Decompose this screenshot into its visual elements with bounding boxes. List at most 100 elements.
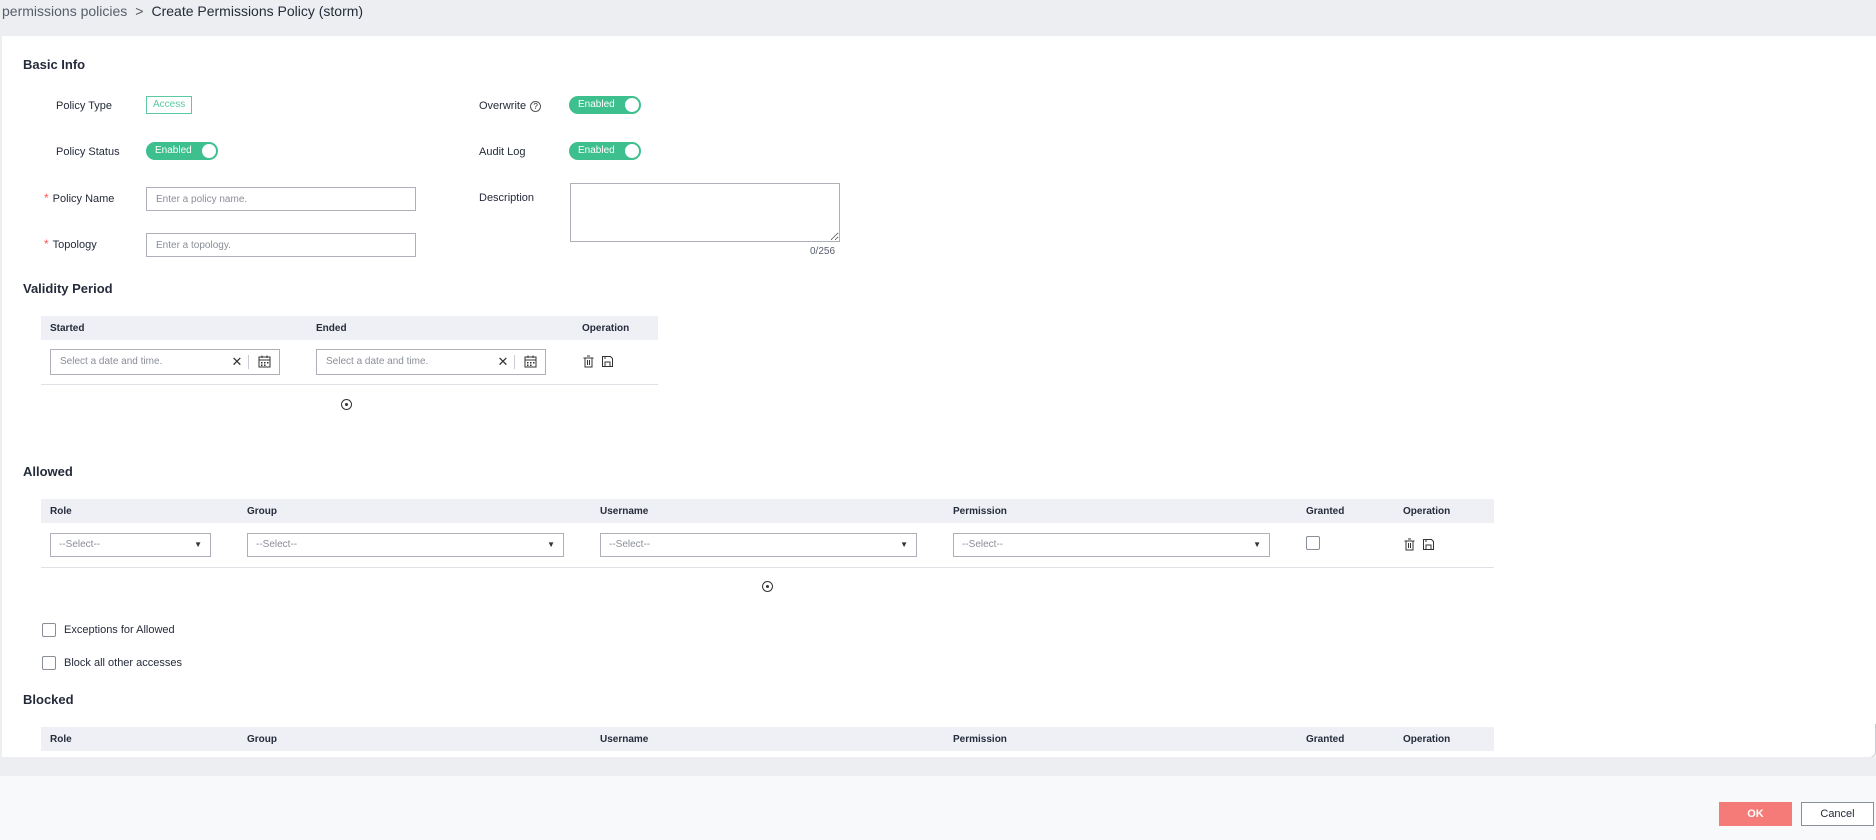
column-header-granted: Granted xyxy=(1297,499,1394,523)
basic-info-title: Basic Info xyxy=(23,57,86,72)
overwrite-label-text: Overwrite xyxy=(479,100,527,112)
username-select-value: --Select-- xyxy=(609,539,651,551)
switch-knob xyxy=(625,144,639,158)
column-header-operation: Operation xyxy=(1394,727,1494,751)
blocked-title: Blocked xyxy=(23,692,74,707)
column-header-group: Group xyxy=(238,727,591,751)
ok-button[interactable]: OK xyxy=(1719,802,1792,826)
scroll-edge xyxy=(1870,724,1876,757)
description-label: Description xyxy=(479,192,535,204)
switch-knob xyxy=(625,98,639,112)
audit-log-switch[interactable]: Enabled xyxy=(569,142,641,160)
column-header-permission: Permission xyxy=(944,499,1297,523)
operation-icons xyxy=(582,355,658,368)
username-cell: --Select-- ▼ xyxy=(591,523,944,568)
allowed-table: Role Group Username Permission Granted O… xyxy=(41,499,1494,568)
column-header-granted: Granted xyxy=(1297,727,1394,751)
block-label: Block all other accesses xyxy=(64,657,182,669)
topology-label-text: Topology xyxy=(52,239,97,251)
calendar-icon[interactable] xyxy=(515,355,545,368)
ended-cell: Select a date and time. ✕ xyxy=(307,340,573,385)
delete-icon[interactable] xyxy=(1403,538,1416,551)
overwrite-label: Overwrite? xyxy=(479,96,542,116)
column-header-username: Username xyxy=(591,727,944,751)
column-header-group: Group xyxy=(238,499,591,523)
caret-down-icon: ▼ xyxy=(194,540,202,550)
group-select[interactable]: --Select-- ▼ xyxy=(247,532,564,557)
column-header-operation: Operation xyxy=(573,316,658,340)
save-icon[interactable] xyxy=(601,355,614,368)
role-select[interactable]: --Select-- ▼ xyxy=(50,532,211,557)
required-mark: * xyxy=(44,237,49,251)
caret-down-icon: ▼ xyxy=(900,540,908,550)
end-date-picker[interactable]: Select a date and time. ✕ xyxy=(316,348,546,375)
breadcrumb-separator: > xyxy=(135,3,144,19)
footer-bar xyxy=(0,776,1876,840)
topology-input[interactable] xyxy=(146,233,416,257)
add-validity-row-icon[interactable] xyxy=(341,399,352,410)
clear-icon[interactable]: ✕ xyxy=(492,354,514,370)
policy-type-tag: Access xyxy=(146,96,193,114)
start-date-picker[interactable]: Select a date and time. ✕ xyxy=(50,348,280,375)
start-date-placeholder: Select a date and time. xyxy=(60,356,163,368)
description-textarea[interactable] xyxy=(570,183,840,242)
group-select-value: --Select-- xyxy=(256,539,298,551)
block-all-other-accesses-option[interactable]: Block all other accesses xyxy=(42,656,182,670)
role-select-value: --Select-- xyxy=(59,539,101,551)
overwrite-switch[interactable]: Enabled xyxy=(569,96,641,114)
caret-down-icon: ▼ xyxy=(547,540,555,550)
policy-type-label: Policy Type xyxy=(56,100,113,112)
exceptions-for-allowed-option[interactable]: Exceptions for Allowed xyxy=(42,623,175,637)
breadcrumb-link-permissions-policies[interactable]: permissions policies xyxy=(2,3,127,19)
operation-icons xyxy=(1403,538,1494,551)
policy-status-label: Policy Status xyxy=(56,146,120,158)
policy-status-switch[interactable]: Enabled xyxy=(146,142,218,160)
column-header-permission: Permission xyxy=(944,727,1297,751)
save-icon[interactable] xyxy=(1422,538,1435,551)
permission-cell: --Select-- ▼ xyxy=(944,523,1297,568)
breadcrumb-current: Create Permissions Policy (storm) xyxy=(151,3,364,19)
help-icon[interactable]: ? xyxy=(530,100,542,112)
overwrite-switch-text: Enabled xyxy=(578,99,615,110)
policy-name-label-text: Policy Name xyxy=(52,193,115,205)
column-header-role: Role xyxy=(41,727,238,751)
policy-name-label: * Policy Name xyxy=(44,188,114,208)
permission-select-value: --Select-- xyxy=(962,539,1004,551)
clear-icon[interactable]: ✕ xyxy=(226,354,248,370)
column-header-ended: Ended xyxy=(307,316,573,340)
table-row: --Select-- ▼ --Select-- ▼ --Select-- ▼ --Se… xyxy=(41,523,1494,568)
group-cell: --Select-- ▼ xyxy=(238,523,591,568)
table-row: Select a date and time. ✕ Select a date … xyxy=(41,340,658,385)
policy-name-input[interactable] xyxy=(146,187,416,211)
blocked-table: Role Group Username Permission Granted O… xyxy=(41,727,1494,751)
description-counter: 0/256 xyxy=(810,246,836,257)
column-header-operation: Operation xyxy=(1394,499,1494,523)
policy-form-panel: Basic Info Policy Type Access Overwrite?… xyxy=(2,36,1876,757)
column-header-username: Username xyxy=(591,499,944,523)
required-mark: * xyxy=(44,191,49,205)
operation-cell xyxy=(573,340,658,385)
audit-log-switch-text: Enabled xyxy=(578,145,615,156)
permission-select[interactable]: --Select-- ▼ xyxy=(953,532,1270,557)
cancel-button[interactable]: Cancel xyxy=(1801,802,1874,826)
column-header-started: Started xyxy=(41,316,307,340)
exceptions-checkbox[interactable] xyxy=(42,623,56,637)
exceptions-label: Exceptions for Allowed xyxy=(64,624,175,636)
policy-status-switch-text: Enabled xyxy=(155,145,192,156)
username-select[interactable]: --Select-- ▼ xyxy=(600,532,917,557)
started-cell: Select a date and time. ✕ xyxy=(41,340,307,385)
calendar-icon[interactable] xyxy=(249,355,279,368)
column-header-role: Role xyxy=(41,499,238,523)
validity-table: Started Ended Operation Select a date an… xyxy=(41,316,658,385)
granted-checkbox[interactable] xyxy=(1306,536,1320,551)
role-cell: --Select-- ▼ xyxy=(41,523,238,568)
audit-log-label: Audit Log xyxy=(479,146,526,158)
delete-icon[interactable] xyxy=(582,355,595,368)
breadcrumb: permissions policies > Create Permission… xyxy=(2,0,363,22)
allowed-title: Allowed xyxy=(23,464,73,479)
end-date-placeholder: Select a date and time. xyxy=(326,356,429,368)
block-checkbox[interactable] xyxy=(42,656,56,670)
add-allowed-row-icon[interactable] xyxy=(762,581,773,592)
operation-cell xyxy=(1394,523,1494,568)
caret-down-icon: ▼ xyxy=(1253,540,1261,550)
